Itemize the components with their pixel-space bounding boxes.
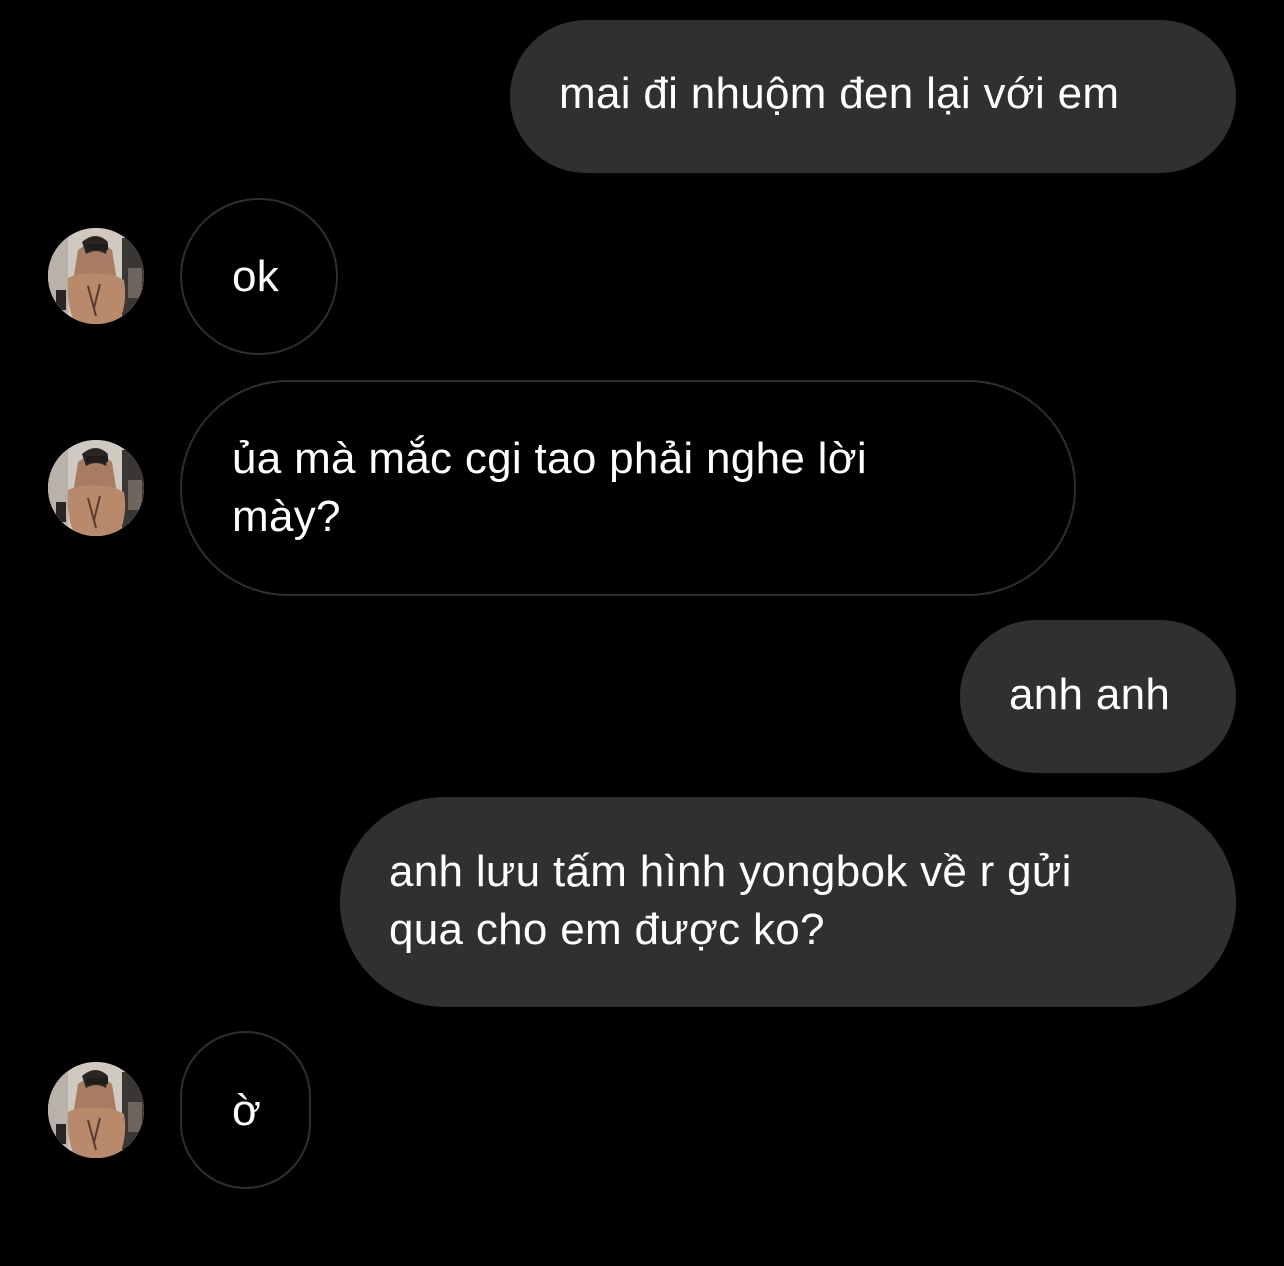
received-message-bubble[interactable]: ờ: [180, 1031, 311, 1189]
message-text: anh anh: [1009, 670, 1171, 719]
message-text-line: anh lưu tấm hình yongbok về r gửi: [389, 847, 1072, 896]
profile-photo: [48, 228, 144, 324]
received-message-bubble[interactable]: ok: [180, 198, 338, 355]
sent-message-bubble[interactable]: anh lưu tấm hình yongbok về r gửi qua ch…: [340, 797, 1236, 1007]
message-text: mai đi nhuộm đen lại với em: [559, 69, 1120, 118]
sent-message-bubble[interactable]: mai đi nhuộm đen lại với em: [510, 20, 1236, 173]
contact-avatar[interactable]: [48, 1062, 144, 1158]
message-text: ok: [232, 252, 280, 301]
message-text-line: mày?: [232, 492, 341, 541]
contact-avatar[interactable]: [48, 440, 144, 536]
contact-avatar[interactable]: [48, 228, 144, 324]
profile-photo: [48, 1062, 144, 1158]
sent-message-bubble[interactable]: anh anh: [960, 620, 1236, 773]
message-text-line: qua cho em được ko?: [389, 905, 825, 954]
message-text: ờ: [232, 1086, 262, 1135]
received-message-bubble[interactable]: ủa mà mắc cgi tao phải nghe lời mày?: [180, 380, 1076, 596]
message-text-line: ủa mà mắc cgi tao phải nghe lời: [232, 434, 867, 483]
profile-photo: [48, 440, 144, 536]
